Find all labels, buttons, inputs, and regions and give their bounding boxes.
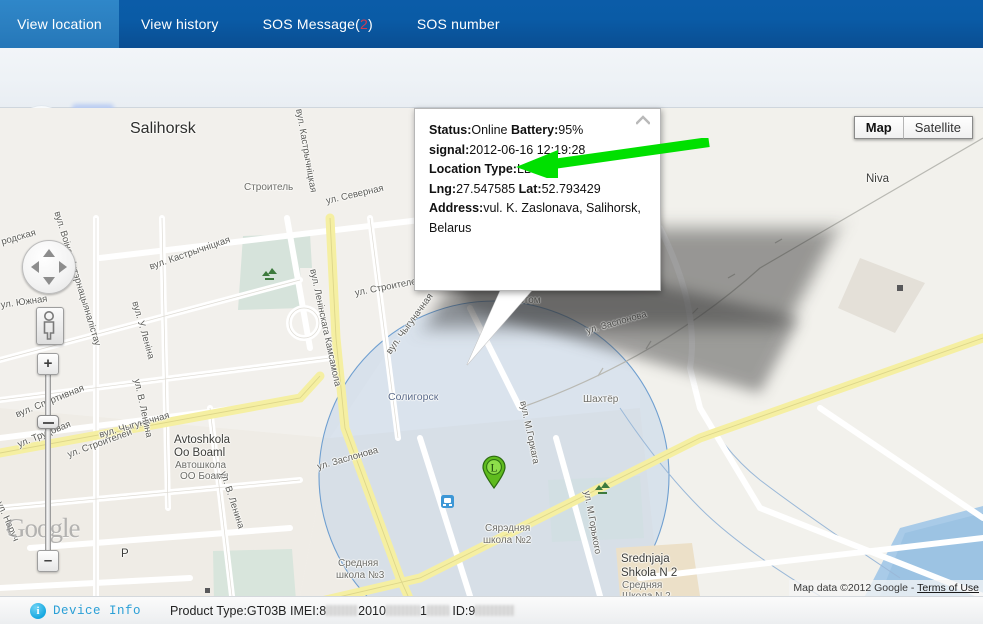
imei-redacted-part-3 (426, 604, 449, 616)
imei-prefix: 8 (319, 603, 327, 618)
map-pan-control[interactable] (22, 240, 76, 294)
imei-redacted-part-2 (385, 604, 420, 616)
pan-up-icon[interactable] (43, 249, 55, 257)
collapse-chevron-icon[interactable] (636, 114, 650, 126)
imei-label: IMEI: (290, 603, 320, 618)
location-type-value: LBS (516, 162, 541, 176)
popup-body: Status:Online Battery:95% signal:2012-06… (415, 109, 660, 238)
map-attribution: Map data ©2012 Google - Terms of Use (789, 580, 983, 596)
product-type-value: GT03B (246, 603, 287, 618)
lat-label: Lat: (518, 181, 542, 196)
tab-label: SOS Message( (262, 16, 360, 32)
tab-label: View location (17, 16, 102, 32)
imei-mid: 2010 (358, 603, 386, 618)
id-prefix: 9 (468, 603, 476, 618)
signal-value: 2012-06-16 12:19:28 (469, 142, 586, 157)
battery-label: Battery: (511, 123, 559, 137)
marker-letter: L (490, 462, 497, 474)
signal-label: signal: (429, 142, 470, 157)
map-type-switch: Map Satellite (853, 116, 973, 139)
main-tab-bar: View location View history SOS Message(2… (0, 0, 983, 48)
tab-view-location[interactable]: View location (0, 0, 119, 48)
location-info-popup: Status:Online Battery:95% signal:2012-06… (414, 108, 661, 291)
lng-label: Lng: (429, 181, 457, 196)
map-type-satellite-button[interactable]: Satellite (903, 116, 973, 139)
tab-sos-number[interactable]: SOS number (395, 0, 522, 48)
tracker-app: View location View history SOS Message(2… (0, 0, 983, 624)
id-label: ID: (452, 603, 469, 618)
lat-value: 52.793429 (541, 181, 601, 196)
tab-label: SOS number (416, 16, 500, 32)
imei-redacted-part-1 (326, 604, 359, 616)
device-info-label[interactable]: Device Info (53, 604, 141, 618)
handle-bar-icon (43, 422, 54, 424)
product-type-label: Product Type: (170, 603, 247, 618)
tab-label-suffix: ) (367, 16, 373, 32)
pegman-streetview-icon[interactable] (36, 307, 64, 345)
tab-label: View history (141, 16, 219, 32)
id-redacted-part (475, 604, 516, 616)
zoom-in-button[interactable]: + (37, 353, 59, 375)
popup-row-signal: signal:2012-06-16 12:19:28 (429, 141, 646, 161)
tab-view-history[interactable]: View history (119, 0, 241, 48)
location-marker[interactable]: L (481, 455, 507, 489)
terms-of-use-link[interactable]: Terms of Use (917, 582, 979, 594)
map-pin-icon: L (482, 455, 506, 489)
popup-row-address: Address:vul. K. Zaslonava, Salihorsk, Be… (429, 199, 646, 238)
popup-row-location-type: Location Type:LBS (429, 160, 646, 180)
map-type-map-button[interactable]: Map (853, 116, 904, 139)
zoom-slider-track[interactable] (45, 358, 51, 568)
zoom-out-button[interactable]: – (37, 550, 59, 572)
google-logo: Google (6, 513, 80, 543)
device-info-text: Product Type:GT03B IMEI:8 2010 1 ID:9 (170, 603, 516, 618)
pan-left-icon[interactable] (31, 261, 39, 273)
pan-right-icon[interactable] (59, 261, 67, 273)
battery-value: 95% (558, 123, 584, 137)
imei-tail: 1 (419, 603, 427, 618)
zoom-slider-handle[interactable] (37, 415, 59, 429)
pegman-glyph-icon (43, 311, 55, 340)
pan-down-icon[interactable] (43, 277, 55, 285)
info-icon: i (30, 602, 46, 619)
address-label: Address: (429, 201, 484, 215)
lng-value: 27.547585 (456, 181, 516, 196)
popup-row-coords: Lng:27.547585 Lat:52.793429 (429, 180, 646, 200)
location-type-label: Location Type: (429, 162, 517, 176)
sos-message-count: 2 (359, 16, 368, 32)
zoom-in-label: + (43, 355, 53, 372)
status-value: Online (471, 123, 508, 137)
status-label: Status: (429, 123, 472, 137)
attribution-text: Map data ©2012 Google - (793, 582, 915, 594)
zoom-out-label: – (43, 552, 53, 569)
device-info-bar: i Device Info Product Type:GT03B IMEI:8 2… (0, 596, 983, 624)
popup-row-status: Status:Online Battery:95% (429, 121, 646, 141)
tab-sos-message[interactable]: SOS Message(2) (241, 0, 395, 48)
user-status-bar: Status:Online (0, 48, 983, 148)
